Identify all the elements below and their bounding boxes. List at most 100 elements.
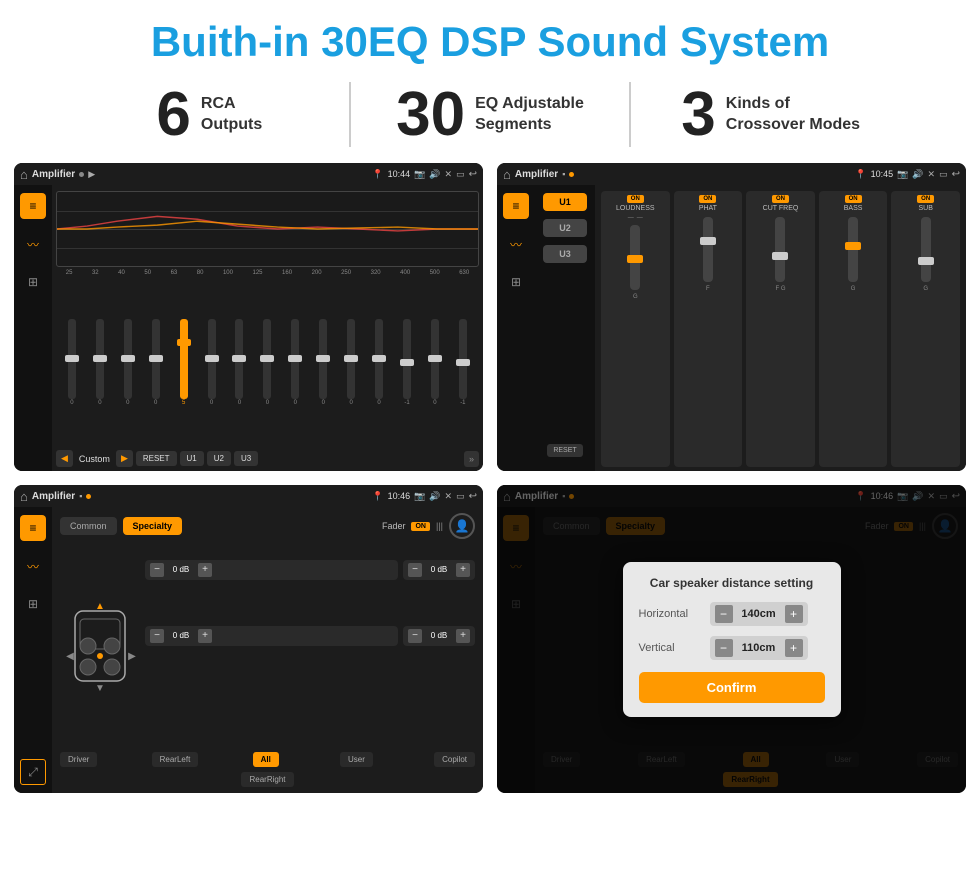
eq-slider-9[interactable]: 0 bbox=[319, 319, 327, 406]
stat-text-crossover: Kinds ofCrossover Modes bbox=[726, 94, 860, 136]
person-icon[interactable]: 👤 bbox=[449, 513, 475, 539]
bass-slider[interactable] bbox=[848, 217, 858, 282]
volume-ctrl-icon[interactable]: ⊞ bbox=[20, 269, 46, 295]
eq-u3-btn[interactable]: U3 bbox=[234, 451, 258, 466]
freq-labels: 25 32 40 50 63 80 100 125 160 200 250 32… bbox=[56, 270, 479, 276]
horizontal-plus-btn[interactable]: + bbox=[785, 605, 803, 623]
play-icon-1: ▶ bbox=[88, 169, 95, 180]
eq-icon-3[interactable]: ≡ bbox=[20, 515, 46, 541]
fader-sliders: ||| bbox=[436, 521, 443, 531]
db-plus-tr[interactable]: + bbox=[456, 563, 470, 577]
cutfreq-control: ON CUT FREQ F G bbox=[746, 191, 815, 467]
car-diagram: ▲ ▼ ◀ ▶ bbox=[60, 591, 140, 701]
db-minus-tl[interactable]: − bbox=[150, 563, 164, 577]
rearleft-btn[interactable]: RearLeft bbox=[152, 752, 199, 767]
db-minus-tr[interactable]: − bbox=[408, 563, 422, 577]
vol-icon-2[interactable]: ⊞ bbox=[503, 269, 529, 295]
sub-label: SUB bbox=[918, 205, 932, 212]
eq-prev-btn[interactable]: ◀ bbox=[56, 450, 73, 467]
dialog-overlay: Car speaker distance setting Horizontal … bbox=[497, 485, 966, 793]
back-icon-1: ↩ bbox=[469, 169, 477, 180]
amp-reset-btn[interactable]: RESET bbox=[547, 444, 582, 457]
copilot-btn[interactable]: Copilot bbox=[434, 752, 475, 767]
wave-icon-3[interactable]: 〰 bbox=[20, 553, 46, 579]
db-plus-bl[interactable]: + bbox=[198, 629, 212, 643]
camera-icon-3: 📷 bbox=[414, 491, 425, 502]
cutfreq-slider[interactable] bbox=[775, 217, 785, 282]
db-control-tr: − 0 dB + bbox=[403, 560, 475, 580]
eq-next-btn[interactable]: ▶ bbox=[116, 450, 133, 467]
dot-3 bbox=[86, 494, 91, 499]
db-plus-tl[interactable]: + bbox=[198, 563, 212, 577]
home-icon-1: ⌂ bbox=[20, 167, 28, 182]
bass-control: ON BASS G bbox=[819, 191, 888, 467]
eq-slider-14[interactable]: -1 bbox=[459, 319, 467, 406]
status-bar-2: ⌂ Amplifier ▪ 📍 10:45 📷 🔊 ✕ ▭ ↩ bbox=[497, 163, 966, 185]
vertical-plus-btn[interactable]: + bbox=[785, 639, 803, 657]
horizontal-minus-btn[interactable]: − bbox=[715, 605, 733, 623]
eq-reset-btn[interactable]: RESET bbox=[136, 451, 177, 466]
eq-slider-5[interactable]: 0 bbox=[208, 319, 216, 406]
eq-slider-1[interactable]: 0 bbox=[96, 319, 104, 406]
horizontal-value: 140cm bbox=[737, 608, 781, 620]
fader-label: Fader bbox=[382, 521, 406, 531]
db-plus-br[interactable]: + bbox=[456, 629, 470, 643]
sq-icon-3: ▪ bbox=[79, 491, 82, 501]
wave-icon-2[interactable]: 〰 bbox=[503, 231, 529, 257]
all-btn[interactable]: All bbox=[253, 752, 279, 767]
wave-icon[interactable]: 〰 bbox=[20, 231, 46, 257]
vertical-minus-btn[interactable]: − bbox=[715, 639, 733, 657]
eq-slider-12[interactable]: -1 bbox=[403, 319, 411, 406]
user-btn-3[interactable]: User bbox=[340, 752, 373, 767]
status-bar-3: ⌂ Amplifier ▪ 📍 10:46 📷 🔊 ✕ ▭ ↩ bbox=[14, 485, 483, 507]
eq-slider-7[interactable]: 0 bbox=[263, 319, 271, 406]
vol-icon-3[interactable]: ⊞ bbox=[20, 591, 46, 617]
rearright-btn[interactable]: RearRight bbox=[241, 772, 293, 787]
eq-icon-2[interactable]: ≡ bbox=[503, 193, 529, 219]
eq-slider-13[interactable]: 0 bbox=[431, 319, 439, 406]
stats-row: 6 RCAOutputs 30 EQ AdjustableSegments 3 … bbox=[0, 74, 980, 159]
eq-u1-btn[interactable]: U1 bbox=[180, 451, 204, 466]
driver-btn[interactable]: Driver bbox=[60, 752, 97, 767]
sidebar-1: ≡ 〰 ⊞ bbox=[14, 185, 52, 471]
tab-specialty[interactable]: Specialty bbox=[123, 517, 183, 535]
camera-icon-2: 📷 bbox=[897, 169, 908, 180]
loudness-on-badge: ON bbox=[627, 195, 644, 203]
eq-slider-0[interactable]: 0 bbox=[68, 319, 76, 406]
eq-slider-11[interactable]: 0 bbox=[375, 319, 383, 406]
db-minus-br[interactable]: − bbox=[408, 629, 422, 643]
eq-slider-3[interactable]: 0 bbox=[152, 319, 160, 406]
u2-btn[interactable]: U2 bbox=[543, 219, 587, 237]
confirm-button[interactable]: Confirm bbox=[639, 672, 825, 703]
stat-number-30: 30 bbox=[396, 84, 465, 146]
sub-slider[interactable] bbox=[921, 217, 931, 282]
close-icon-1: ✕ bbox=[445, 169, 453, 180]
vertical-value: 110cm bbox=[737, 642, 781, 654]
fader-on-badge: ON bbox=[411, 522, 430, 531]
eq-u2-btn[interactable]: U2 bbox=[207, 451, 231, 466]
location-icon-1: 📍 bbox=[372, 169, 383, 180]
eq-slider-6[interactable]: 0 bbox=[235, 319, 243, 406]
u-sidebar: U1 U2 U3 RESET bbox=[535, 185, 595, 471]
db-control-bl: − 0 dB + bbox=[145, 626, 398, 646]
stat-rca: 6 RCAOutputs bbox=[80, 84, 339, 146]
horizontal-label: Horizontal bbox=[639, 608, 704, 620]
dialog-vertical-row: Vertical − 110cm + bbox=[639, 636, 825, 660]
db-minus-bl[interactable]: − bbox=[150, 629, 164, 643]
tab-common[interactable]: Common bbox=[60, 517, 117, 535]
time-3: 10:46 bbox=[388, 491, 411, 501]
u1-btn[interactable]: U1 bbox=[543, 193, 587, 211]
phat-slider[interactable] bbox=[703, 217, 713, 282]
screen-amp: ⌂ Amplifier ▪ 📍 10:45 📷 🔊 ✕ ▭ ↩ ≡ 〰 ⊞ U1 bbox=[497, 163, 966, 471]
loudness-slider[interactable] bbox=[630, 225, 640, 290]
eq-slider-8[interactable]: 0 bbox=[291, 319, 299, 406]
speaker-expand-icon[interactable]: ⤢ bbox=[20, 759, 46, 785]
screens-grid: ⌂ Amplifier ▶ 📍 10:44 📷 🔊 ✕ ▭ ↩ ≡ 〰 ⊞ bbox=[0, 159, 980, 799]
loudness-label: LOUDNESS bbox=[616, 205, 655, 212]
eq-slider-4[interactable]: 5 bbox=[180, 319, 188, 406]
u3-btn[interactable]: U3 bbox=[543, 245, 587, 263]
eq-slider-10[interactable]: 0 bbox=[347, 319, 355, 406]
eq-slider-2[interactable]: 0 bbox=[124, 319, 132, 406]
eq-expand-btn[interactable]: » bbox=[464, 451, 479, 467]
eq-icon[interactable]: ≡ bbox=[20, 193, 46, 219]
